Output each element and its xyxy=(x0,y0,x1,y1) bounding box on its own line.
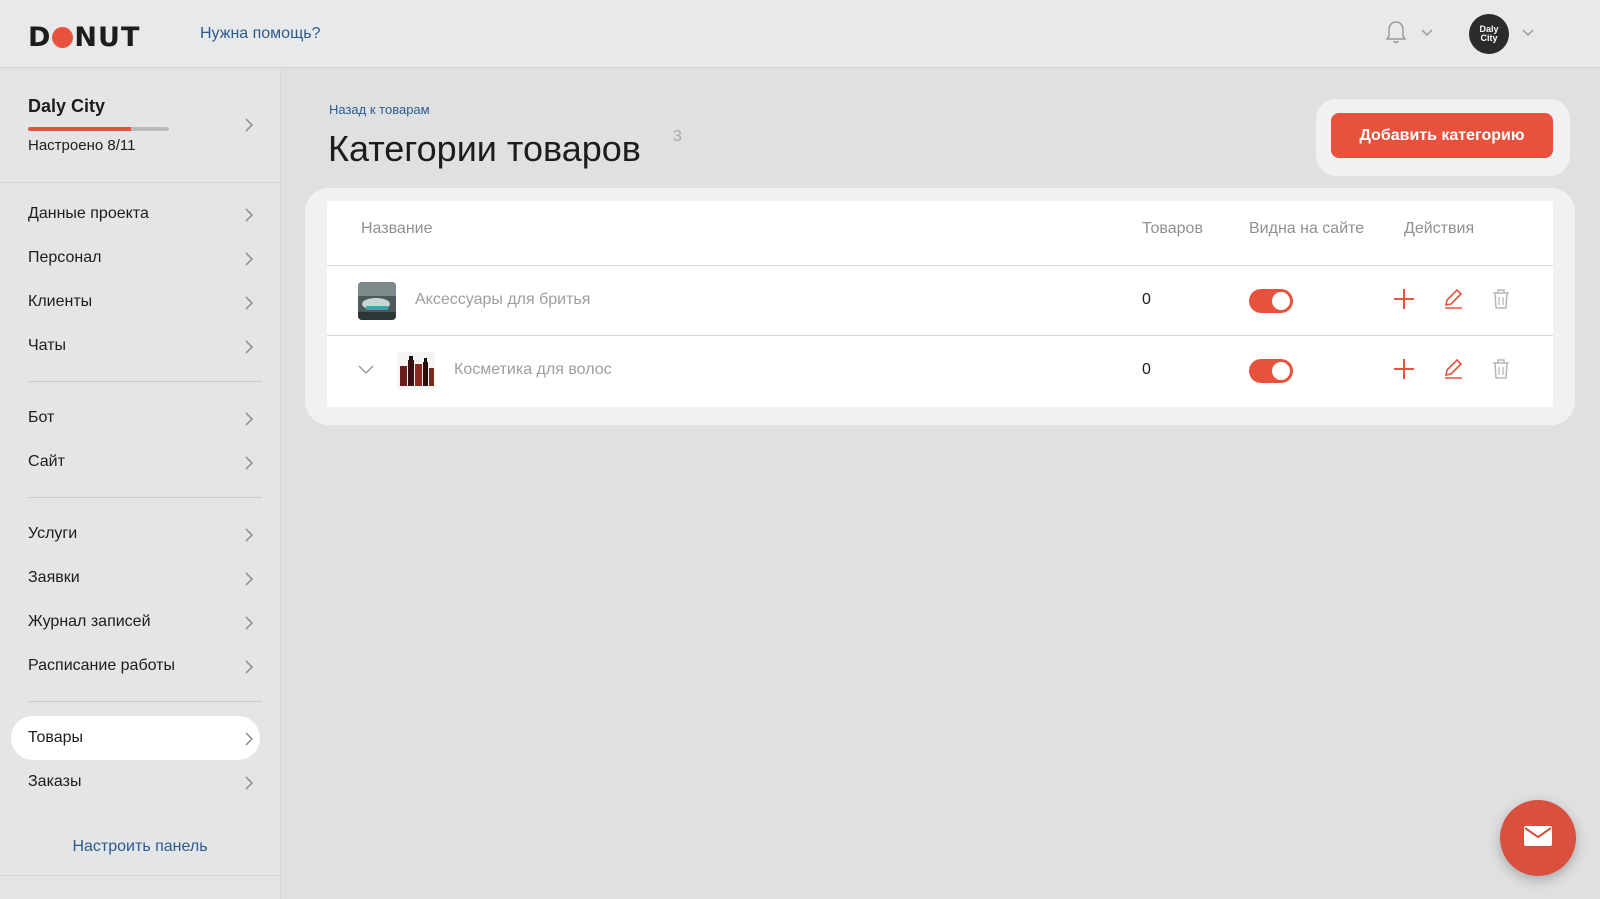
help-link[interactable]: Нужна помощь? xyxy=(200,25,320,43)
edit-category-button[interactable] xyxy=(1440,288,1466,314)
sidebar-item-label: Персонал xyxy=(28,249,102,266)
delete-category-button[interactable] xyxy=(1488,288,1514,314)
sidebar-item-label: Товары xyxy=(28,729,84,746)
sidebar-item-label: Клиенты xyxy=(28,293,93,310)
sidebar-divider xyxy=(28,497,262,498)
project-name: Daly City xyxy=(28,96,106,116)
chevron-right-icon xyxy=(244,775,254,796)
logo-text-right: NUT xyxy=(74,22,141,53)
add-subcategory-button[interactable] xyxy=(1391,358,1417,384)
avatar-text-2: City xyxy=(1480,33,1498,43)
sidebar-nav-item[interactable]: Сайт xyxy=(0,440,280,484)
project-card[interactable]: Daly City Настроено 8/11 xyxy=(0,69,280,183)
mail-icon xyxy=(1523,825,1553,852)
delete-category-button[interactable] xyxy=(1488,358,1514,384)
sidebar-nav-item[interactable]: Заказы xyxy=(0,760,280,804)
sidebar-nav-item[interactable]: Услуги xyxy=(0,512,280,556)
chevron-right-icon xyxy=(244,339,254,360)
chevron-down-icon xyxy=(1521,25,1535,43)
chevron-right-icon xyxy=(244,207,254,228)
column-header-actions: Действия xyxy=(1404,220,1475,237)
column-header-name: Название xyxy=(361,220,433,237)
sidebar-divider xyxy=(28,381,262,382)
add-category-card: Добавить категорию xyxy=(1316,99,1570,176)
sidebar-item-label: Журнал записей xyxy=(28,613,151,630)
account-menu[interactable]: Daly City xyxy=(1469,14,1541,54)
bell-icon xyxy=(1384,19,1408,50)
configure-panel-link[interactable]: Настроить панель xyxy=(0,838,280,856)
categories-table-card: Название Товаров Видна на сайте Действия… xyxy=(305,188,1575,425)
visibility-toggle[interactable] xyxy=(1249,359,1293,383)
category-thumbnail xyxy=(397,352,435,390)
chevron-right-icon xyxy=(244,295,254,316)
sidebar-nav-item[interactable]: Чаты xyxy=(0,324,280,368)
category-name[interactable]: Аксессуары для бритья xyxy=(415,291,590,309)
category-thumbnail xyxy=(358,282,396,320)
table-row[interactable]: Косметика для волос 0 xyxy=(327,335,1553,407)
chevron-down-icon[interactable] xyxy=(357,363,375,381)
avatar: Daly City xyxy=(1469,14,1509,54)
sidebar-nav-item[interactable]: Персонал xyxy=(0,236,280,280)
sidebar-item-label: Расписание работы xyxy=(28,657,175,674)
sidebar-nav-item[interactable]: Товары xyxy=(11,716,260,760)
chevron-right-icon xyxy=(244,659,254,680)
pencil-icon xyxy=(1442,288,1464,315)
sidebar-item-label: Бот xyxy=(28,409,55,426)
edit-category-button[interactable] xyxy=(1440,358,1466,384)
sidebar: Daly City Настроено 8/11 Данные проекта П… xyxy=(0,69,281,899)
category-count: 3 xyxy=(673,128,682,145)
sidebar-divider xyxy=(28,701,262,702)
sidebar-item-label: Услуги xyxy=(28,525,78,542)
trash-icon xyxy=(1491,358,1511,385)
visibility-toggle[interactable] xyxy=(1249,289,1293,313)
project-setup-status: Настроено 8/11 xyxy=(28,137,136,154)
sidebar-item-label: Данные проекта xyxy=(28,205,149,222)
chevron-down-icon xyxy=(1420,25,1434,43)
sidebar-item-label: Сайт xyxy=(28,453,65,470)
category-product-count: 0 xyxy=(1142,361,1151,378)
logo-text-left: D xyxy=(28,22,52,53)
categories-table: Название Товаров Видна на сайте Действия… xyxy=(327,201,1553,407)
chevron-right-icon xyxy=(244,411,254,432)
column-header-visible: Видна на сайте xyxy=(1249,220,1365,237)
donut-logo[interactable]: D NUT xyxy=(28,22,140,53)
chevron-right-icon xyxy=(244,117,254,138)
toggle-knob xyxy=(1272,362,1290,380)
trash-icon xyxy=(1491,288,1511,315)
sidebar-item-label: Заказы xyxy=(28,773,82,790)
chevron-right-icon xyxy=(244,251,254,272)
sidebar-nav-item[interactable]: Бот xyxy=(0,396,280,440)
page-title: Категории товаров xyxy=(328,128,641,169)
sidebar-nav-item[interactable]: Расписание работы xyxy=(0,644,280,688)
notifications-menu[interactable] xyxy=(1384,20,1444,48)
column-header-count: Товаров xyxy=(1142,220,1203,237)
add-subcategory-button[interactable] xyxy=(1391,288,1417,314)
chevron-right-icon xyxy=(244,731,254,752)
logo-donut-icon xyxy=(52,27,74,48)
setup-progress-fill xyxy=(28,127,131,131)
chevron-right-icon xyxy=(244,571,254,592)
sidebar-item-label: Чаты xyxy=(28,337,67,354)
toggle-knob xyxy=(1272,292,1290,310)
chevron-right-icon xyxy=(244,615,254,636)
category-product-count: 0 xyxy=(1142,291,1151,308)
sidebar-nav-item[interactable]: Журнал записей xyxy=(0,600,280,644)
chevron-right-icon xyxy=(244,527,254,548)
plus-icon xyxy=(1393,288,1415,315)
sidebar-divider xyxy=(0,875,280,876)
sidebar-nav-item[interactable]: Данные проекта xyxy=(0,192,280,236)
chevron-right-icon xyxy=(244,455,254,476)
sidebar-item-label: Заявки xyxy=(28,569,80,586)
top-header: D NUT Нужна помощь? Daly City xyxy=(0,0,1600,68)
contact-support-button[interactable] xyxy=(1500,800,1576,876)
category-name[interactable]: Косметика для волос xyxy=(454,361,612,379)
sidebar-nav-item[interactable]: Заявки xyxy=(0,556,280,600)
table-row[interactable]: Аксессуары для бритья 0 xyxy=(327,265,1553,335)
setup-progress-bar xyxy=(28,127,169,131)
back-to-products-link[interactable]: Назад к товарам xyxy=(329,102,430,117)
sidebar-nav-item[interactable]: Клиенты xyxy=(0,280,280,324)
pencil-icon xyxy=(1442,358,1464,385)
add-category-button[interactable]: Добавить категорию xyxy=(1331,113,1553,158)
plus-icon xyxy=(1393,358,1415,385)
